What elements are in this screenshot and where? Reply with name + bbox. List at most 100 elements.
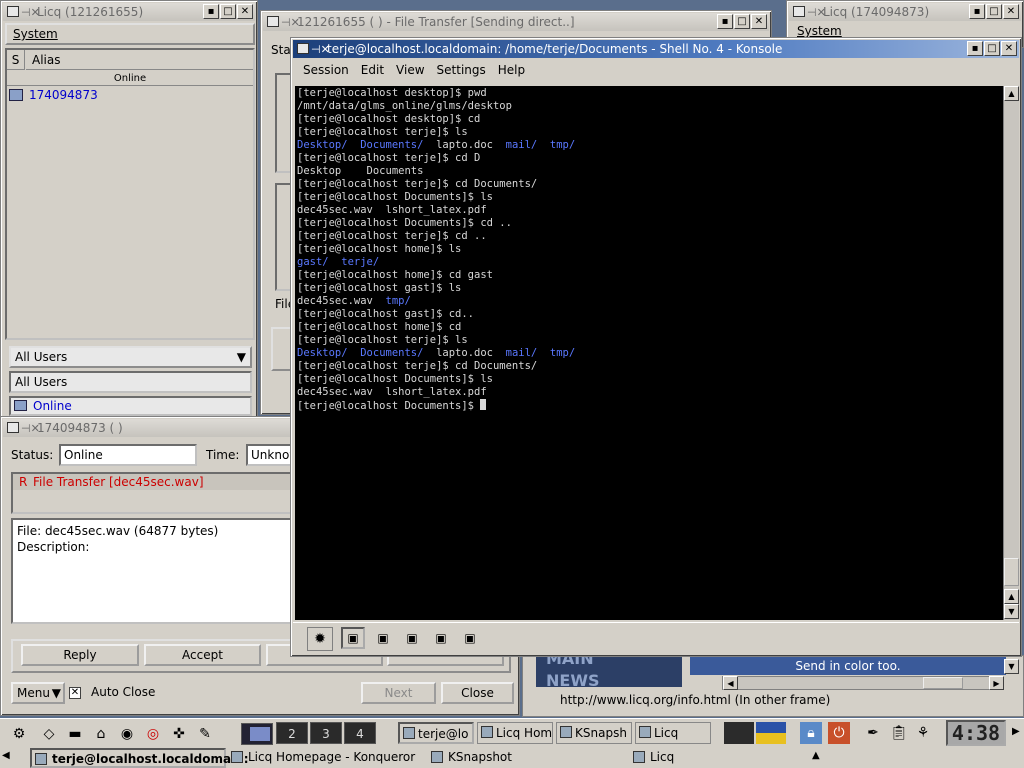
- scroll-up-button-lower[interactable]: ▲: [1004, 589, 1019, 604]
- close-button[interactable]: ✕: [1001, 41, 1017, 56]
- terminal-line: [terje@localhost terje]$ ls: [297, 126, 1001, 139]
- pin-icon[interactable]: ⊣✕: [807, 4, 826, 21]
- close-button[interactable]: ✕: [1003, 4, 1019, 19]
- scroll-right-button[interactable]: ▶: [989, 676, 1004, 690]
- close-button[interactable]: ✕: [237, 4, 253, 19]
- konsole-titlebar[interactable]: ⊣✕ terje@localhost.localdomain: /home/te…: [293, 40, 1019, 58]
- tray-flag-icon[interactable]: [756, 722, 786, 744]
- pin-icon[interactable]: ⊣✕: [21, 4, 40, 21]
- scroll-down-button[interactable]: ▼: [1004, 604, 1019, 619]
- maximize-button[interactable]: □: [734, 14, 750, 29]
- window-menu-icon[interactable]: [7, 422, 19, 433]
- browser-icon[interactable]: ◉: [116, 723, 138, 745]
- task-licq-top[interactable]: Licq: [635, 722, 711, 744]
- clock[interactable]: 4:38: [946, 720, 1006, 746]
- session-tab-5[interactable]: ▣: [458, 627, 482, 649]
- editor-icon[interactable]: ✎: [194, 723, 216, 745]
- network-icon[interactable]: ⚘: [912, 722, 934, 744]
- terminal-scrollbar[interactable]: ▲ ▲ ▼: [1003, 86, 1019, 620]
- pen-icon[interactable]: ✒: [862, 722, 884, 744]
- window-list-icon[interactable]: ◇: [38, 723, 60, 745]
- task-konsole-top[interactable]: terje@lo: [398, 722, 474, 744]
- session-tab-2[interactable]: ▣: [371, 627, 395, 649]
- window-menu-icon[interactable]: [267, 16, 279, 27]
- scroll-down-button[interactable]: ▼: [1004, 659, 1019, 674]
- column-alias[interactable]: Alias: [26, 50, 253, 70]
- session-tab-1[interactable]: ▣: [341, 627, 365, 649]
- terminal-output[interactable]: [terje@localhost desktop]$ pwd/mnt/data/…: [295, 86, 1003, 620]
- task-konsole[interactable]: terje@localhost.localdomain:: [30, 748, 249, 768]
- auto-close-checkbox[interactable]: ✕: [69, 687, 81, 699]
- minimize-button[interactable]: ▪: [717, 14, 733, 29]
- licq-icon: [633, 751, 645, 763]
- minimize-button[interactable]: ▪: [203, 4, 219, 19]
- auto-close-label[interactable]: Auto Close: [91, 685, 155, 699]
- show-desktop-icon[interactable]: ▬: [64, 723, 86, 745]
- task-licq[interactable]: Licq: [630, 748, 826, 768]
- desktop-3-button[interactable]: 3: [310, 722, 342, 744]
- panel-hide-arrow[interactable]: ▶: [1012, 726, 1020, 737]
- scroll-left-button[interactable]: ◀: [723, 676, 738, 690]
- session-tab-3[interactable]: ▣: [400, 627, 424, 649]
- task-ksnapshot[interactable]: KSnapshot: [428, 748, 624, 768]
- system-menu-label[interactable]: System: [797, 24, 842, 38]
- home-icon[interactable]: ⌂: [90, 723, 112, 745]
- minimize-button[interactable]: ▪: [967, 41, 983, 56]
- scroll-up-button[interactable]: ▲: [1004, 86, 1019, 101]
- window-menu-icon[interactable]: [793, 6, 805, 17]
- new-session-icon[interactable]: ✹: [307, 627, 333, 651]
- contact-list[interactable]: S Alias Online 174094873: [5, 48, 255, 340]
- menu-edit[interactable]: Edit: [355, 63, 390, 77]
- next-button[interactable]: Next: [361, 682, 436, 704]
- licq-main-titlebar[interactable]: ⊣✕ Licq (121261655) ▪ □ ✕: [3, 3, 255, 21]
- session-tab-4[interactable]: ▣: [429, 627, 453, 649]
- task-konqueror-top[interactable]: Licq Hom: [477, 722, 553, 744]
- taskbar-row-2-right-arrow[interactable]: ▲: [812, 750, 820, 761]
- task-ksnapshot-top[interactable]: KSnapsh: [556, 722, 632, 744]
- menu-button[interactable]: Menu ▼: [11, 682, 65, 704]
- minimize-button[interactable]: ▪: [969, 4, 985, 19]
- pin-icon[interactable]: ⊣✕: [311, 41, 330, 58]
- menu-view[interactable]: View: [390, 63, 430, 77]
- maximize-button[interactable]: □: [984, 41, 1000, 56]
- lock-icon[interactable]: 🔒︎: [800, 722, 822, 744]
- horizontal-scrollbar[interactable]: ◀ ▶: [722, 676, 1004, 690]
- window-menu-icon[interactable]: [7, 6, 19, 17]
- kde-menu-icon[interactable]: ⚙: [8, 723, 30, 745]
- pin-icon[interactable]: ⊣✕: [281, 14, 300, 31]
- menu-session[interactable]: Session: [297, 63, 355, 77]
- task-konqueror[interactable]: Licq Homepage - Konqueror: [228, 748, 424, 768]
- terminal-directory: gast/: [297, 256, 329, 268]
- reply-button[interactable]: Reply: [21, 644, 139, 666]
- licq-icon: [639, 726, 651, 738]
- menu-help[interactable]: Help: [492, 63, 531, 77]
- control-center-icon[interactable]: ✜: [168, 723, 190, 745]
- contact-174094873[interactable]: 174094873: [29, 88, 98, 102]
- close-button[interactable]: ✕: [751, 14, 767, 29]
- status-button[interactable]: Online: [9, 396, 252, 416]
- maximize-button[interactable]: □: [986, 4, 1002, 19]
- accept-button[interactable]: Accept: [144, 644, 261, 666]
- maximize-button[interactable]: □: [220, 4, 236, 19]
- scroll-thumb[interactable]: [923, 677, 963, 689]
- scroll-thumb[interactable]: [1004, 558, 1019, 586]
- pin-icon[interactable]: ⊣✕: [21, 420, 40, 437]
- system-menu-button[interactable]: System: [5, 23, 255, 45]
- help-icon[interactable]: ◎: [142, 723, 164, 745]
- desktop-1-button[interactable]: [241, 723, 273, 745]
- logout-icon[interactable]: ⏻: [828, 722, 850, 744]
- close-button[interactable]: Close: [441, 682, 514, 704]
- menu-settings[interactable]: Settings: [431, 63, 492, 77]
- licq-news-banner: MAIN NEWS: [536, 657, 682, 687]
- taskbar-row-2-left-arrow[interactable]: ◀: [2, 750, 10, 761]
- terminal-text: Desktop Documents: [297, 165, 424, 177]
- desktop-2-button[interactable]: 2: [276, 722, 308, 744]
- clipboard-icon[interactable]: 📋︎: [888, 722, 910, 744]
- file-transfer-titlebar[interactable]: ⊣✕ 121261655 ( ) - File Transfer [Sendin…: [263, 13, 769, 31]
- terminal-directory: Documents/: [360, 347, 424, 359]
- window-menu-icon[interactable]: [297, 43, 309, 54]
- group-select[interactable]: All Users ▼: [9, 346, 252, 368]
- licq-second-titlebar[interactable]: ⊣✕ Licq (174094873) ▪ □ ✕: [789, 3, 1021, 21]
- desktop-4-button[interactable]: 4: [344, 722, 376, 744]
- column-status[interactable]: S: [7, 50, 25, 70]
